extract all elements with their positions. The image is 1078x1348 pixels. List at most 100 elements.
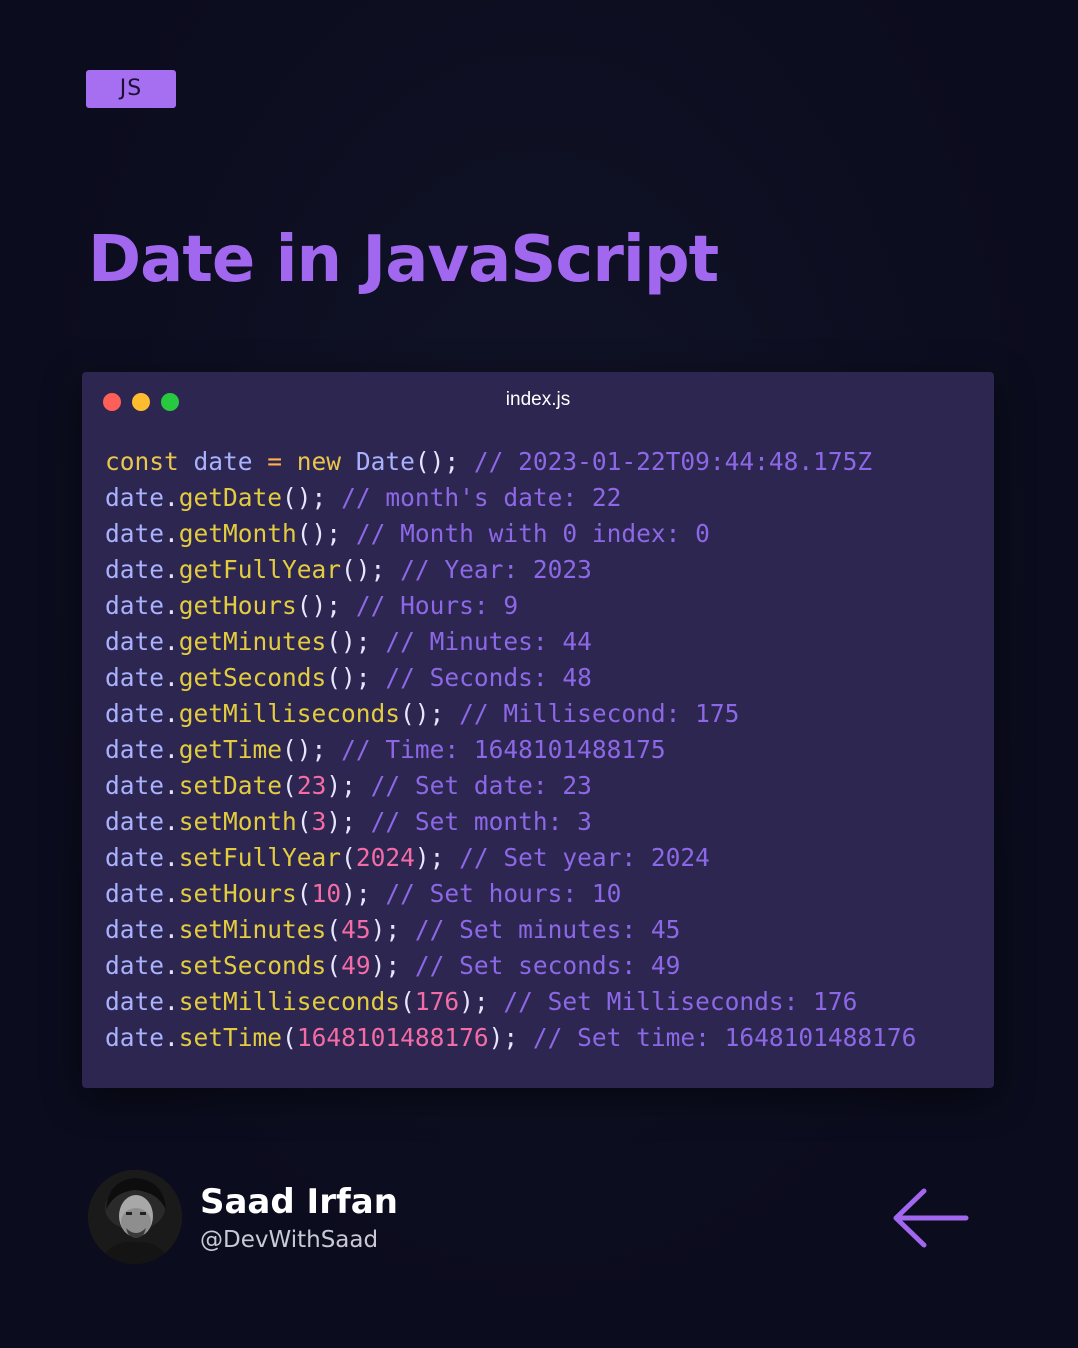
code-line: date.getMonth(); // Month with 0 index: … <box>105 516 916 552</box>
code-line: date.setDate(23); // Set date: 23 <box>105 768 916 804</box>
comment-token: // Set minutes: 45 <box>400 915 681 944</box>
function-token: getMilliseconds <box>178 699 401 728</box>
punctuation-token: (); <box>414 447 460 476</box>
punctuation-token: . <box>164 843 179 872</box>
comment-token: // Set date: 23 <box>355 771 592 800</box>
function-token: getMinutes <box>178 627 327 656</box>
punctuation-token: ( <box>326 951 342 980</box>
punctuation-token: ( <box>341 843 356 872</box>
punctuation-token: ( <box>296 807 312 836</box>
identifier-token: date <box>105 663 165 692</box>
identifier-token: date <box>105 771 165 800</box>
punctuation-token: ); <box>341 879 371 908</box>
code-line: date.setMilliseconds(176); // Set Millis… <box>105 984 916 1020</box>
function-token: setMilliseconds <box>178 987 401 1016</box>
code-line: date.setHours(10); // Set hours: 10 <box>105 876 916 912</box>
identifier-token: date <box>105 735 165 764</box>
comment-token: // Set hours: 10 <box>370 879 622 908</box>
punctuation-token: . <box>164 555 179 584</box>
code-line: date.getFullYear(); // Year: 2023 <box>105 552 916 588</box>
punctuation-token: . <box>164 987 179 1016</box>
punctuation-token: . <box>164 519 179 548</box>
identifier-token: date <box>105 951 165 980</box>
comment-token: // 2023-01-22T09:44:48.175Z <box>459 447 873 476</box>
back-button[interactable] <box>890 1185 972 1251</box>
code-line: date.getSeconds(); // Seconds: 48 <box>105 660 916 696</box>
function-token: setTime <box>178 1023 283 1052</box>
page-title: Date in JavaScript <box>88 223 719 297</box>
code-line: date.setTime(1648101488176); // Set time… <box>105 1020 916 1056</box>
punctuation-token: (); <box>326 627 371 656</box>
comment-token: // month's date: 22 <box>326 483 622 512</box>
punctuation-token: ); <box>370 951 401 980</box>
punctuation-token: . <box>164 771 179 800</box>
punctuation-token: (); <box>341 555 386 584</box>
comment-token: // Time: 1648101488175 <box>326 735 666 764</box>
identifier-token: date <box>105 699 165 728</box>
function-token: setHours <box>178 879 297 908</box>
identifier-token: date <box>105 1023 165 1052</box>
identifier-token: date <box>105 915 165 944</box>
code-window: index.js const date = new Date(); // 202… <box>82 372 994 1088</box>
identifier-token: date <box>105 627 165 656</box>
identifier-token: date <box>105 591 165 620</box>
author-handle: @DevWithSaad <box>200 1227 379 1253</box>
comment-token: // Millisecond: 175 <box>444 699 740 728</box>
avatar-portrait-icon <box>88 1170 182 1264</box>
punctuation-token: . <box>164 1023 179 1052</box>
window-filename: index.js <box>505 389 571 410</box>
code-line: date.getTime(); // Time: 1648101488175 <box>105 732 916 768</box>
code-line: date.setMinutes(45); // Set minutes: 45 <box>105 912 916 948</box>
punctuation-token: ( <box>400 987 415 1016</box>
punctuation-token: . <box>164 663 179 692</box>
comment-token: // Seconds: 48 <box>370 663 592 692</box>
number-token: 10 <box>311 879 342 908</box>
punctuation-token: ); <box>459 987 489 1016</box>
punctuation-token: . <box>164 951 179 980</box>
punctuation-token: . <box>164 879 179 908</box>
punctuation-token: (); <box>296 519 342 548</box>
function-token: getHours <box>178 591 297 620</box>
identifier-token: date <box>178 447 268 476</box>
identifier-token: date <box>105 807 165 836</box>
number-token: 1648101488176 <box>296 1023 489 1052</box>
code-line: const date = new Date(); // 2023-01-22T0… <box>105 444 916 480</box>
punctuation-token: . <box>164 807 179 836</box>
code-block: const date = new Date(); // 2023-01-22T0… <box>105 444 916 1056</box>
number-token: 3 <box>311 807 327 836</box>
punctuation-token: (); <box>296 591 342 620</box>
punctuation-token: ( <box>296 879 312 908</box>
post-canvas: JS Date in JavaScript index.js const dat… <box>0 0 1078 1348</box>
number-token: 2024 <box>355 843 415 872</box>
code-line: date.setMonth(3); // Set month: 3 <box>105 804 916 840</box>
comment-token: // Hours: 9 <box>341 591 519 620</box>
punctuation-token: ); <box>488 1023 519 1052</box>
identifier-token: date <box>105 483 165 512</box>
punctuation-token: . <box>164 591 179 620</box>
punctuation-token: ); <box>414 843 445 872</box>
keyword-token: const <box>105 447 179 476</box>
function-token: getFullYear <box>178 555 342 584</box>
punctuation-token: . <box>164 699 179 728</box>
function-token: setDate <box>178 771 283 800</box>
punctuation-token: ); <box>326 771 356 800</box>
comment-token: // Set year: 2024 <box>444 843 710 872</box>
number-token: 176 <box>414 987 460 1016</box>
punctuation-token: ( <box>326 915 342 944</box>
function-token: getDate <box>178 483 283 512</box>
identifier-token: date <box>105 879 165 908</box>
code-line: date.getMilliseconds(); // Millisecond: … <box>105 696 916 732</box>
operator-token: = <box>267 447 283 476</box>
identifier-token: date <box>105 555 165 584</box>
author-name: Saad Irfan <box>200 1182 398 1222</box>
code-line: date.getHours(); // Hours: 9 <box>105 588 916 624</box>
number-token: 49 <box>341 951 371 980</box>
punctuation-token: (); <box>400 699 445 728</box>
punctuation-token: ); <box>326 807 356 836</box>
function-token: setFullYear <box>178 843 342 872</box>
comment-token: // Minutes: 44 <box>370 627 592 656</box>
function-token: getTime <box>178 735 283 764</box>
avatar <box>88 1170 182 1264</box>
punctuation-token: (); <box>282 735 327 764</box>
punctuation-token: . <box>164 483 179 512</box>
